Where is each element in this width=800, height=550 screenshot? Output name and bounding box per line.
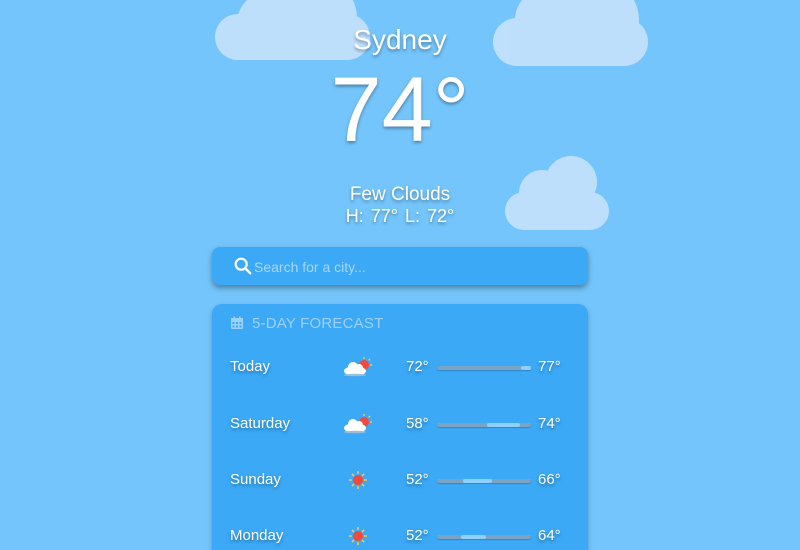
forecast-day: Today [230, 358, 271, 375]
high-low-temperature: H: 77° L: 72° [345, 206, 455, 226]
forecast-high: 64° [538, 527, 561, 544]
current-temperature: 74° [330, 59, 470, 161]
forecast-low: 72° [406, 358, 429, 375]
forecast-high: 66° [538, 471, 561, 488]
temperature-range-fill [487, 423, 521, 427]
forecast-row: Today 72° 77° [212, 352, 588, 382]
search-bar[interactable] [212, 247, 588, 287]
search-input[interactable] [252, 247, 576, 287]
forecast-row: Saturday 58° 74° [212, 409, 588, 439]
city-name: Sydney [353, 24, 447, 55]
forecast-day: Monday [230, 527, 284, 544]
forecast-low: 58° [406, 415, 429, 432]
cloud-sun-icon [344, 357, 372, 377]
search-icon [234, 257, 252, 275]
sun-icon [349, 527, 367, 545]
forecast-high: 74° [538, 415, 561, 432]
forecast-row: Sunday 52° 66° [212, 465, 588, 495]
forecast-header: 5-DAY FORECAST [230, 313, 383, 333]
temperature-range-bar [437, 366, 531, 370]
forecast-high: 77° [538, 358, 561, 375]
temperature-range-bar [437, 535, 531, 539]
cloud-sun-icon [344, 414, 372, 434]
temperature-range-bar [437, 423, 531, 427]
forecast-title: 5-DAY FORECAST [252, 314, 384, 332]
forecast-low: 52° [406, 527, 429, 544]
forecast-day: Sunday [230, 471, 281, 488]
forecast-day: Saturday [230, 415, 291, 432]
calendar-icon [231, 316, 243, 329]
temperature-range-fill [462, 479, 492, 483]
sun-icon [349, 471, 367, 489]
temperature-range-fill [520, 366, 531, 370]
forecast-row: Monday 52° 64° [212, 521, 588, 550]
temperature-range-bar [437, 479, 531, 483]
forecast-low: 52° [406, 471, 429, 488]
temperature-range-fill [461, 535, 486, 539]
forecast-panel: 5-DAY FORECAST Today 72° 77° Saturday 58… [212, 304, 588, 550]
weather-condition: Few Clouds [349, 184, 451, 205]
